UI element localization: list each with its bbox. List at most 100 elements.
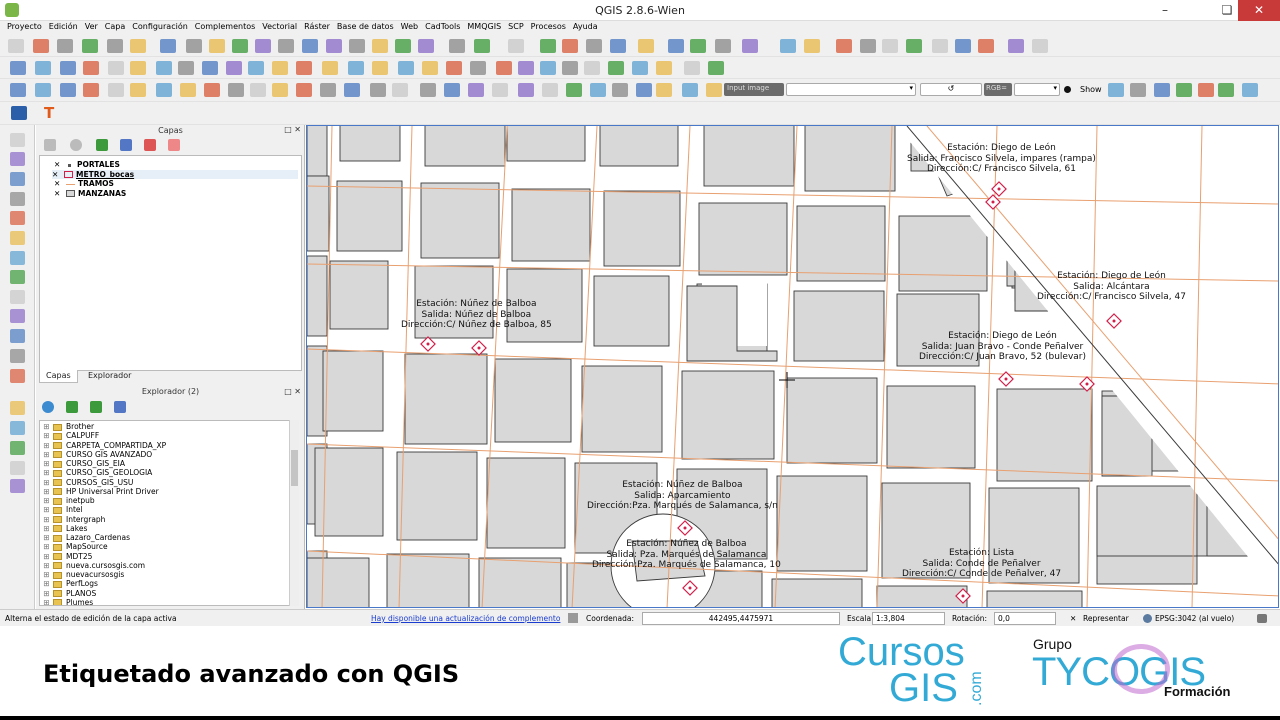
digitizing-tool-icon[interactable] — [10, 192, 25, 206]
browser-item[interactable]: ⊞ Intergraph — [40, 515, 105, 524]
tab-explorador[interactable]: Explorador — [82, 370, 137, 383]
menu-item-complementos[interactable]: Complementos — [188, 21, 255, 31]
toolbar-tool-icon[interactable] — [372, 61, 388, 75]
toolbar-tool-icon[interactable] — [418, 39, 434, 53]
browser-item[interactable]: ⊞ nuevacursosgis — [40, 570, 124, 579]
toolbar-tool-icon[interactable] — [1130, 83, 1146, 97]
toolbar-tool-icon[interactable] — [278, 39, 294, 53]
digitizing-tool-icon[interactable] — [10, 270, 25, 284]
toolbar-tool-icon[interactable] — [296, 61, 312, 75]
browser-item[interactable]: ⊞ HP Universal Print Driver — [40, 487, 158, 496]
toolbar-tool-icon[interactable] — [586, 39, 602, 53]
browser-item[interactable]: ⊞ nueva.cursosgis.com — [40, 561, 145, 570]
menu-item-procesos[interactable]: Procesos — [524, 21, 566, 31]
open-layer-styling-icon[interactable] — [44, 139, 56, 151]
toolbar-tool-icon[interactable] — [715, 39, 731, 53]
toolbar-tool-icon[interactable] — [566, 83, 582, 97]
toolbar-tool-icon[interactable] — [35, 83, 51, 97]
toolbar-tool-icon[interactable] — [226, 61, 242, 75]
rgb-select[interactable]: ▾ — [1014, 83, 1060, 96]
toolbar-tool-icon[interactable] — [1032, 39, 1048, 53]
toolbar-tool-icon[interactable] — [180, 83, 196, 97]
digitizing-tool-icon[interactable] — [10, 172, 25, 186]
toolbar-tool-icon[interactable] — [1108, 83, 1124, 97]
browser-item[interactable]: ⊞ MDT25 — [40, 552, 92, 561]
georeferencer-icon[interactable] — [11, 106, 27, 120]
toolbar-tool-icon[interactable] — [444, 83, 460, 97]
layer-visibility-checkbox[interactable]: ✕ — [52, 170, 60, 179]
text-annotation-icon[interactable]: T — [44, 106, 60, 121]
close-button[interactable]: ✕ — [1238, 0, 1280, 21]
toolbar-tool-icon[interactable] — [638, 39, 654, 53]
digitizing-tool-icon[interactable] — [10, 251, 25, 265]
browser-item[interactable]: ⊞ Lakes — [40, 524, 87, 533]
expand-icon[interactable]: ⊞ — [40, 441, 53, 450]
browser-scrollbar[interactable] — [289, 420, 299, 606]
toolbar-tool-icon[interactable] — [540, 61, 556, 75]
toolbar-tool-icon[interactable] — [542, 83, 558, 97]
toolbar-tool-icon[interactable] — [668, 39, 684, 53]
toolbar-tool-icon[interactable] — [130, 83, 146, 97]
digitizing-tool-icon[interactable] — [10, 421, 25, 435]
menu-item-ayuda[interactable]: Ayuda — [566, 21, 598, 31]
collapse-browser-icon[interactable] — [114, 401, 126, 413]
toolbar-tool-icon[interactable] — [108, 61, 124, 75]
crs-status[interactable]: EPSG:3042 (al vuelo) — [1155, 614, 1234, 623]
menu-item-cadtools[interactable]: CadTools — [418, 21, 460, 31]
expand-icon[interactable]: ⊞ — [40, 459, 53, 468]
scale-field[interactable]: 1:3,804 — [872, 612, 945, 625]
digitizing-tool-icon[interactable] — [10, 479, 25, 493]
digitizing-tool-icon[interactable] — [10, 329, 25, 343]
toolbar-tool-icon[interactable] — [130, 39, 146, 53]
toolbar-tool-icon[interactable] — [518, 61, 534, 75]
digitizing-tool-icon[interactable] — [10, 152, 25, 166]
menu-item-r-ster[interactable]: Ráster — [297, 21, 330, 31]
toolbar-tool-icon[interactable] — [632, 61, 648, 75]
toolbar-tool-icon[interactable] — [449, 39, 465, 53]
toolbar-tool-icon[interactable] — [860, 39, 876, 53]
layers-panel-buttons[interactable]: □ ✕ — [284, 125, 301, 134]
expand-icon[interactable]: ⊞ — [40, 561, 53, 570]
expand-icon[interactable]: ⊞ — [40, 422, 53, 431]
menu-item-web[interactable]: Web — [394, 21, 418, 31]
toolbar-tool-icon[interactable] — [250, 83, 266, 97]
layer-visibility-checkbox[interactable]: ✕ — [54, 189, 62, 198]
eye-icon[interactable] — [70, 139, 82, 151]
browser-item[interactable]: ⊞ CURSO_GIS_EIA — [40, 459, 125, 468]
toolbar-tool-icon[interactable] — [156, 83, 172, 97]
toolbar-tool-icon[interactable] — [348, 61, 364, 75]
toolbar-tool-icon[interactable] — [8, 39, 24, 53]
browser-item[interactable]: ⊞ CARPETA_COMPARTIDA_XP — [40, 441, 166, 450]
toolbar-tool-icon[interactable] — [349, 39, 365, 53]
digitizing-tool-icon[interactable] — [10, 290, 25, 304]
expand-icon[interactable]: ⊞ — [40, 468, 53, 477]
toolbar-tool-icon[interactable] — [1008, 39, 1024, 53]
toolbar-tool-icon[interactable] — [610, 39, 626, 53]
browser-item[interactable]: ⊞ Plumes — [40, 598, 93, 605]
toolbar-tool-icon[interactable] — [1154, 83, 1170, 97]
coordinate-field[interactable]: 442495,4475971 — [642, 612, 840, 625]
toolbar-tool-icon[interactable] — [446, 61, 462, 75]
toolbar-tool-icon[interactable] — [708, 61, 724, 75]
expand-icon[interactable]: ⊞ — [40, 579, 53, 588]
tab-capas[interactable]: Capas — [39, 370, 78, 383]
toolbar-tool-icon[interactable] — [202, 61, 218, 75]
toolbar-tool-icon[interactable] — [130, 61, 146, 75]
expand-icon[interactable]: ⊞ — [40, 570, 53, 579]
toolbar-tool-icon[interactable] — [470, 61, 486, 75]
toolbar-tool-icon[interactable] — [508, 39, 524, 53]
browser-item[interactable]: ⊞ inetpub — [40, 496, 94, 505]
plugin-update-link[interactable]: Hay disponible una actualización de comp… — [371, 614, 560, 623]
render-checkbox-icon[interactable]: ✕ — [1070, 614, 1076, 623]
toolbar-tool-icon[interactable] — [496, 61, 512, 75]
toolbar-tool-icon[interactable] — [1218, 83, 1234, 97]
digitizing-tool-icon[interactable] — [10, 401, 25, 415]
browser-item[interactable]: ⊞ Brother — [40, 422, 94, 431]
digitizing-tool-icon[interactable] — [10, 231, 25, 245]
toolbar-tool-icon[interactable] — [107, 39, 123, 53]
toolbar-tool-icon[interactable] — [562, 61, 578, 75]
toolbar-tool-icon[interactable] — [209, 39, 225, 53]
reload-raster-button[interactable]: ↺ — [920, 83, 982, 96]
toolbar-tool-icon[interactable] — [186, 39, 202, 53]
toolbar-tool-icon[interactable] — [978, 39, 994, 53]
